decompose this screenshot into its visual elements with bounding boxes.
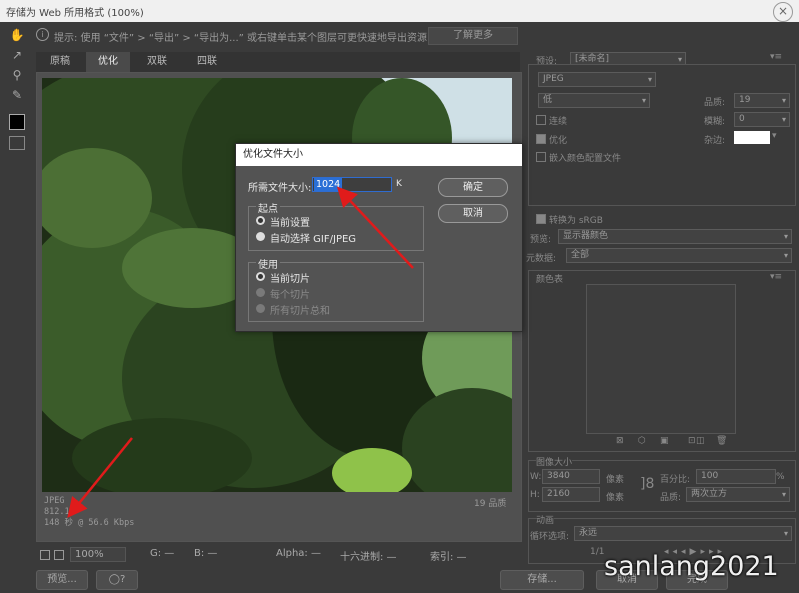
watermark-text: sanlang2021 <box>604 551 779 582</box>
annotation-overlay <box>67 186 414 518</box>
arrow-to-size-input <box>336 186 414 269</box>
arrow-to-file-size <box>67 437 133 518</box>
